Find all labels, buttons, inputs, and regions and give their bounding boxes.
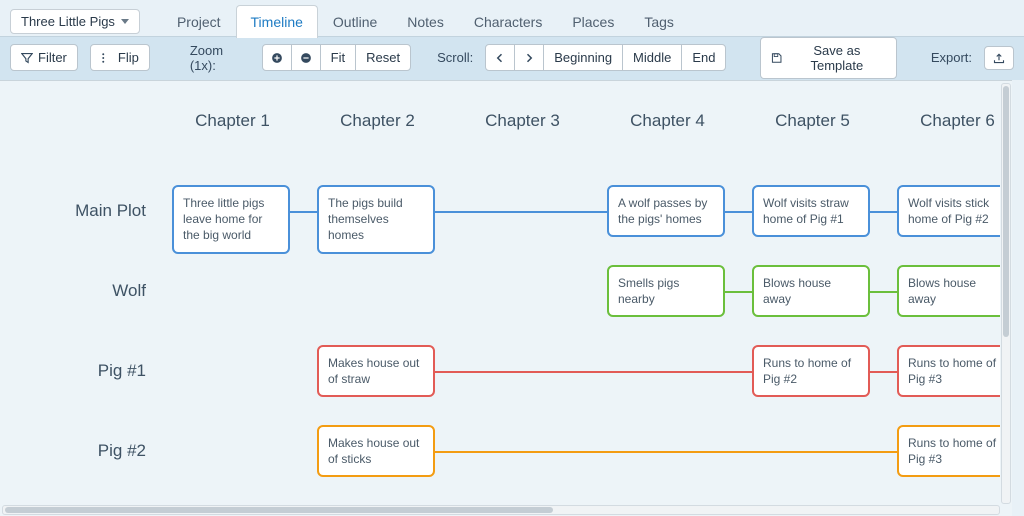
chapter-header[interactable]: Chapter 6 xyxy=(885,111,1000,131)
timeline-card[interactable]: Wolf visits stick home of Pig #2 xyxy=(897,185,1000,237)
nav-tabs: ProjectTimelineOutlineNotesCharactersPla… xyxy=(162,5,689,38)
tab-characters[interactable]: Characters xyxy=(459,5,557,38)
chapter-header[interactable]: Chapter 4 xyxy=(595,111,740,131)
timeline-card[interactable]: The pigs build themselves homes xyxy=(317,185,435,254)
timeline-pane[interactable]: Chapter 1Chapter 2Chapter 3Chapter 4Chap… xyxy=(0,81,1000,504)
vertical-scrollbar[interactable] xyxy=(1001,83,1011,504)
tab-timeline[interactable]: Timeline xyxy=(236,5,318,38)
top-bar: Three Little Pigs ProjectTimelineOutline… xyxy=(0,0,1024,36)
zoom-in-button[interactable] xyxy=(262,44,292,71)
zoom-reset-button[interactable]: Reset xyxy=(355,44,411,71)
vertical-scrollbar-thumb[interactable] xyxy=(1003,86,1009,337)
caret-down-icon xyxy=(121,19,129,24)
timeline-card[interactable]: Wolf visits straw home of Pig #1 xyxy=(752,185,870,237)
timeline-card[interactable]: Makes house out of straw xyxy=(317,345,435,397)
filter-icon xyxy=(21,52,33,64)
chapter-header[interactable]: Chapter 2 xyxy=(305,111,450,131)
timeline-card[interactable]: Runs to home of Pig #3 xyxy=(897,425,1000,477)
track-label[interactable]: Main Plot xyxy=(6,201,146,221)
flip-icon xyxy=(101,52,113,64)
timeline-card[interactable]: Blows house away xyxy=(897,265,1000,317)
flip-button[interactable]: Flip xyxy=(90,44,150,71)
flip-label: Flip xyxy=(118,50,139,65)
chapter-header-row: Chapter 1Chapter 2Chapter 3Chapter 4Chap… xyxy=(160,111,1000,141)
timeline-card[interactable]: A wolf passes by the pigs' homes xyxy=(607,185,725,237)
scroll-beginning-button[interactable]: Beginning xyxy=(543,44,623,71)
plus-circle-icon xyxy=(271,52,283,64)
timeline-card[interactable]: Runs to home of Pig #3 xyxy=(897,345,1000,397)
tab-outline[interactable]: Outline xyxy=(318,5,392,38)
toolbar: Filter Flip Zoom (1x): Fit Reset Scroll:… xyxy=(0,36,1024,80)
timeline-card[interactable]: Three little pigs leave home for the big… xyxy=(172,185,290,254)
track-label[interactable]: Pig #1 xyxy=(6,361,146,381)
timeline-card[interactable]: Blows house away xyxy=(752,265,870,317)
filter-label: Filter xyxy=(38,50,67,65)
tab-notes[interactable]: Notes xyxy=(392,5,459,38)
horizontal-scrollbar-thumb[interactable] xyxy=(5,507,553,513)
zoom-label: Zoom (1x): xyxy=(190,43,250,73)
save-icon xyxy=(771,52,782,64)
save-template-button[interactable]: Save as Template xyxy=(760,37,896,79)
track-label[interactable]: Pig #2 xyxy=(6,441,146,461)
track-label[interactable]: Wolf xyxy=(6,281,146,301)
track-line xyxy=(172,211,1000,213)
tab-places[interactable]: Places xyxy=(557,5,629,38)
timeline-card[interactable]: Makes house out of sticks xyxy=(317,425,435,477)
chapter-header[interactable]: Chapter 1 xyxy=(160,111,305,131)
export-button[interactable] xyxy=(984,46,1014,70)
scroll-left-button[interactable] xyxy=(485,44,515,71)
tab-tags[interactable]: Tags xyxy=(629,5,689,38)
timeline-card[interactable]: Runs to home of Pig #2 xyxy=(752,345,870,397)
horizontal-scrollbar[interactable] xyxy=(2,505,1000,515)
scroll-middle-button[interactable]: Middle xyxy=(622,44,682,71)
zoom-buttons: Fit Reset xyxy=(262,44,411,71)
scroll-buttons: Beginning Middle End xyxy=(485,44,726,71)
minus-circle-icon xyxy=(300,52,312,64)
timeline-grid: Three little pigs leave home for the big… xyxy=(160,161,1000,504)
project-dropdown[interactable]: Three Little Pigs xyxy=(10,9,140,34)
export-icon xyxy=(993,52,1005,64)
scroll-end-button[interactable]: End xyxy=(681,44,726,71)
export-label: Export: xyxy=(931,50,972,65)
filter-button[interactable]: Filter xyxy=(10,44,78,71)
chevron-left-icon xyxy=(494,52,506,64)
timeline-card[interactable]: Smells pigs nearby xyxy=(607,265,725,317)
save-template-label: Save as Template xyxy=(788,43,886,73)
chapter-header[interactable]: Chapter 3 xyxy=(450,111,595,131)
chapter-header[interactable]: Chapter 5 xyxy=(740,111,885,131)
project-name: Three Little Pigs xyxy=(21,14,115,29)
scroll-right-button[interactable] xyxy=(514,44,544,71)
zoom-fit-button[interactable]: Fit xyxy=(320,44,356,71)
chevron-right-icon xyxy=(523,52,535,64)
timeline-area: Chapter 1Chapter 2Chapter 3Chapter 4Chap… xyxy=(0,80,1012,516)
zoom-out-button[interactable] xyxy=(291,44,321,71)
scroll-label: Scroll: xyxy=(437,50,473,65)
tab-project[interactable]: Project xyxy=(162,5,236,38)
